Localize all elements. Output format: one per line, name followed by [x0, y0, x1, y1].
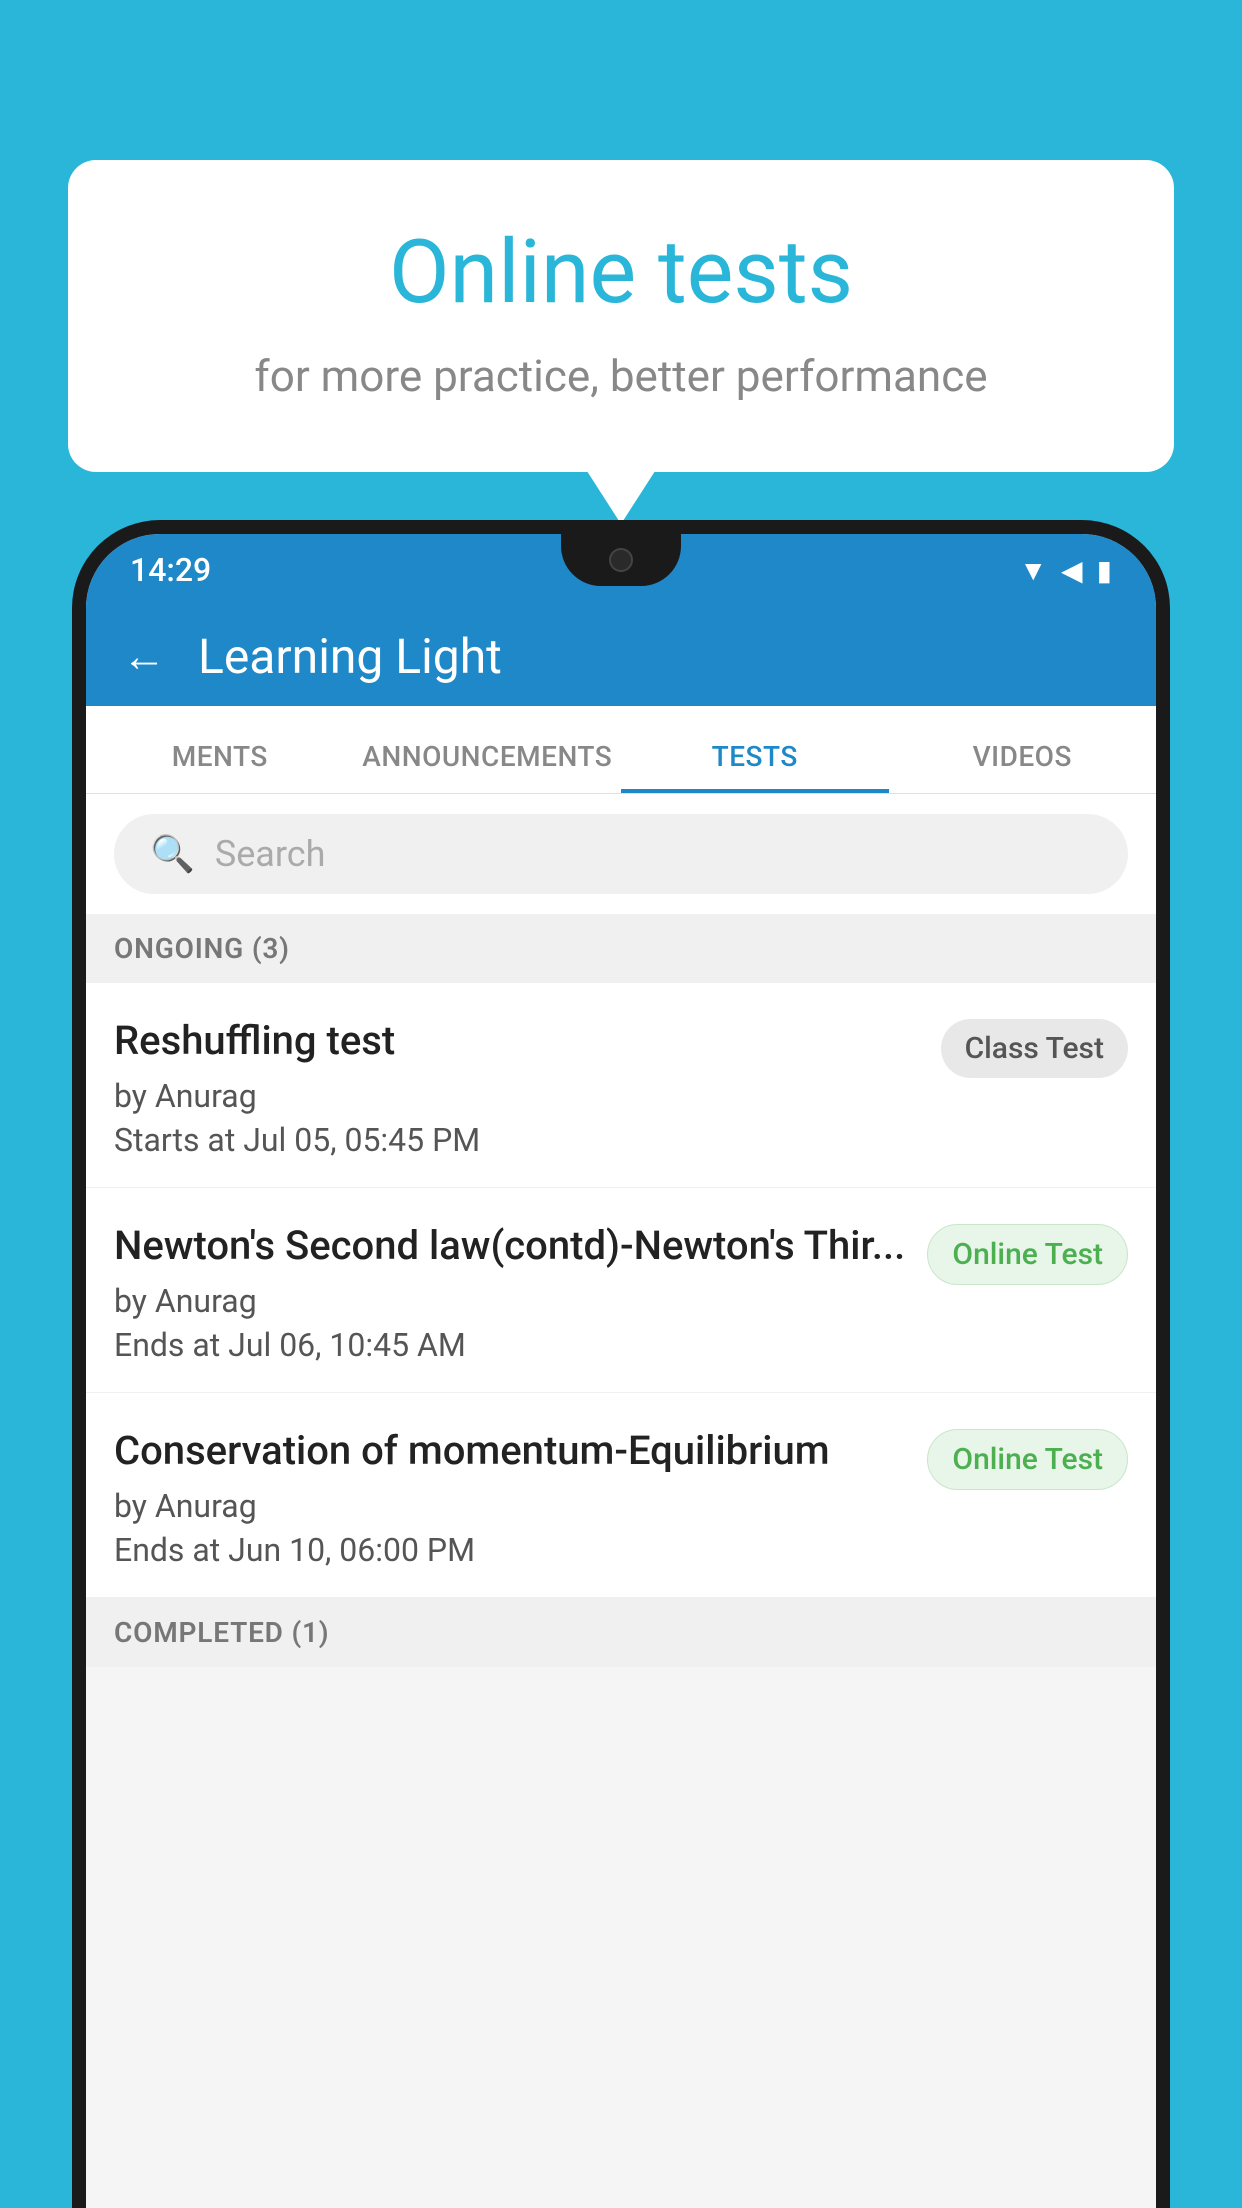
signal-icon: ◀ — [1061, 554, 1083, 587]
test-item[interactable]: Newton's Second law(contd)-Newton's Thir… — [86, 1188, 1156, 1393]
status-time: 14:29 — [130, 551, 211, 589]
tab-tests[interactable]: TESTS — [621, 740, 889, 793]
test-time: Ends at Jul 06, 10:45 AM — [114, 1326, 907, 1364]
test-info: Reshuffling test by Anurag Starts at Jul… — [114, 1015, 941, 1159]
bubble-title: Online tests — [128, 220, 1114, 326]
bubble-subtitle: for more practice, better performance — [128, 350, 1114, 402]
test-badge: Online Test — [927, 1224, 1128, 1285]
test-badge: Online Test — [927, 1429, 1128, 1490]
test-time: Starts at Jul 05, 05:45 PM — [114, 1121, 921, 1159]
search-container: 🔍 Search — [86, 794, 1156, 914]
test-info: Newton's Second law(contd)-Newton's Thir… — [114, 1220, 927, 1364]
ongoing-section-header: ONGOING (3) — [86, 914, 1156, 983]
tab-videos[interactable]: VIDEOS — [889, 740, 1157, 793]
test-author: by Anurag — [114, 1077, 921, 1115]
test-author: by Anurag — [114, 1487, 907, 1525]
app-title: Learning Light — [198, 628, 502, 685]
test-info: Conservation of momentum-Equilibrium by … — [114, 1425, 927, 1569]
status-icons: ▼ ◀ ▮ — [1019, 554, 1112, 587]
phone-frame: 14:29 ▼ ◀ ▮ ← Learning Light MENTS ANNOU… — [72, 520, 1170, 2208]
test-author: by Anurag — [114, 1282, 907, 1320]
notch — [561, 534, 681, 586]
battery-icon: ▮ — [1097, 554, 1112, 587]
test-time: Ends at Jun 10, 06:00 PM — [114, 1531, 907, 1569]
tab-bar: MENTS ANNOUNCEMENTS TESTS VIDEOS — [86, 706, 1156, 794]
wifi-icon: ▼ — [1019, 554, 1047, 587]
test-badge: Class Test — [941, 1019, 1128, 1078]
completed-section-header: COMPLETED (1) — [86, 1598, 1156, 1667]
tab-announcements[interactable]: ANNOUNCEMENTS — [354, 740, 622, 793]
test-list: Reshuffling test by Anurag Starts at Jul… — [86, 983, 1156, 1598]
search-box[interactable]: 🔍 Search — [114, 814, 1128, 894]
test-name: Newton's Second law(contd)-Newton's Thir… — [114, 1220, 907, 1272]
search-input[interactable]: Search — [215, 833, 326, 875]
phone-inner: 14:29 ▼ ◀ ▮ ← Learning Light MENTS ANNOU… — [86, 534, 1156, 2208]
camera — [609, 548, 633, 572]
test-item[interactable]: Conservation of momentum-Equilibrium by … — [86, 1393, 1156, 1598]
tab-ments[interactable]: MENTS — [86, 740, 354, 793]
test-name: Reshuffling test — [114, 1015, 921, 1067]
test-item[interactable]: Reshuffling test by Anurag Starts at Jul… — [86, 983, 1156, 1188]
search-icon: 🔍 — [150, 833, 195, 875]
test-name: Conservation of momentum-Equilibrium — [114, 1425, 907, 1477]
back-button[interactable]: ← — [122, 630, 166, 682]
speech-bubble: Online tests for more practice, better p… — [68, 160, 1174, 472]
app-bar: ← Learning Light — [86, 606, 1156, 706]
